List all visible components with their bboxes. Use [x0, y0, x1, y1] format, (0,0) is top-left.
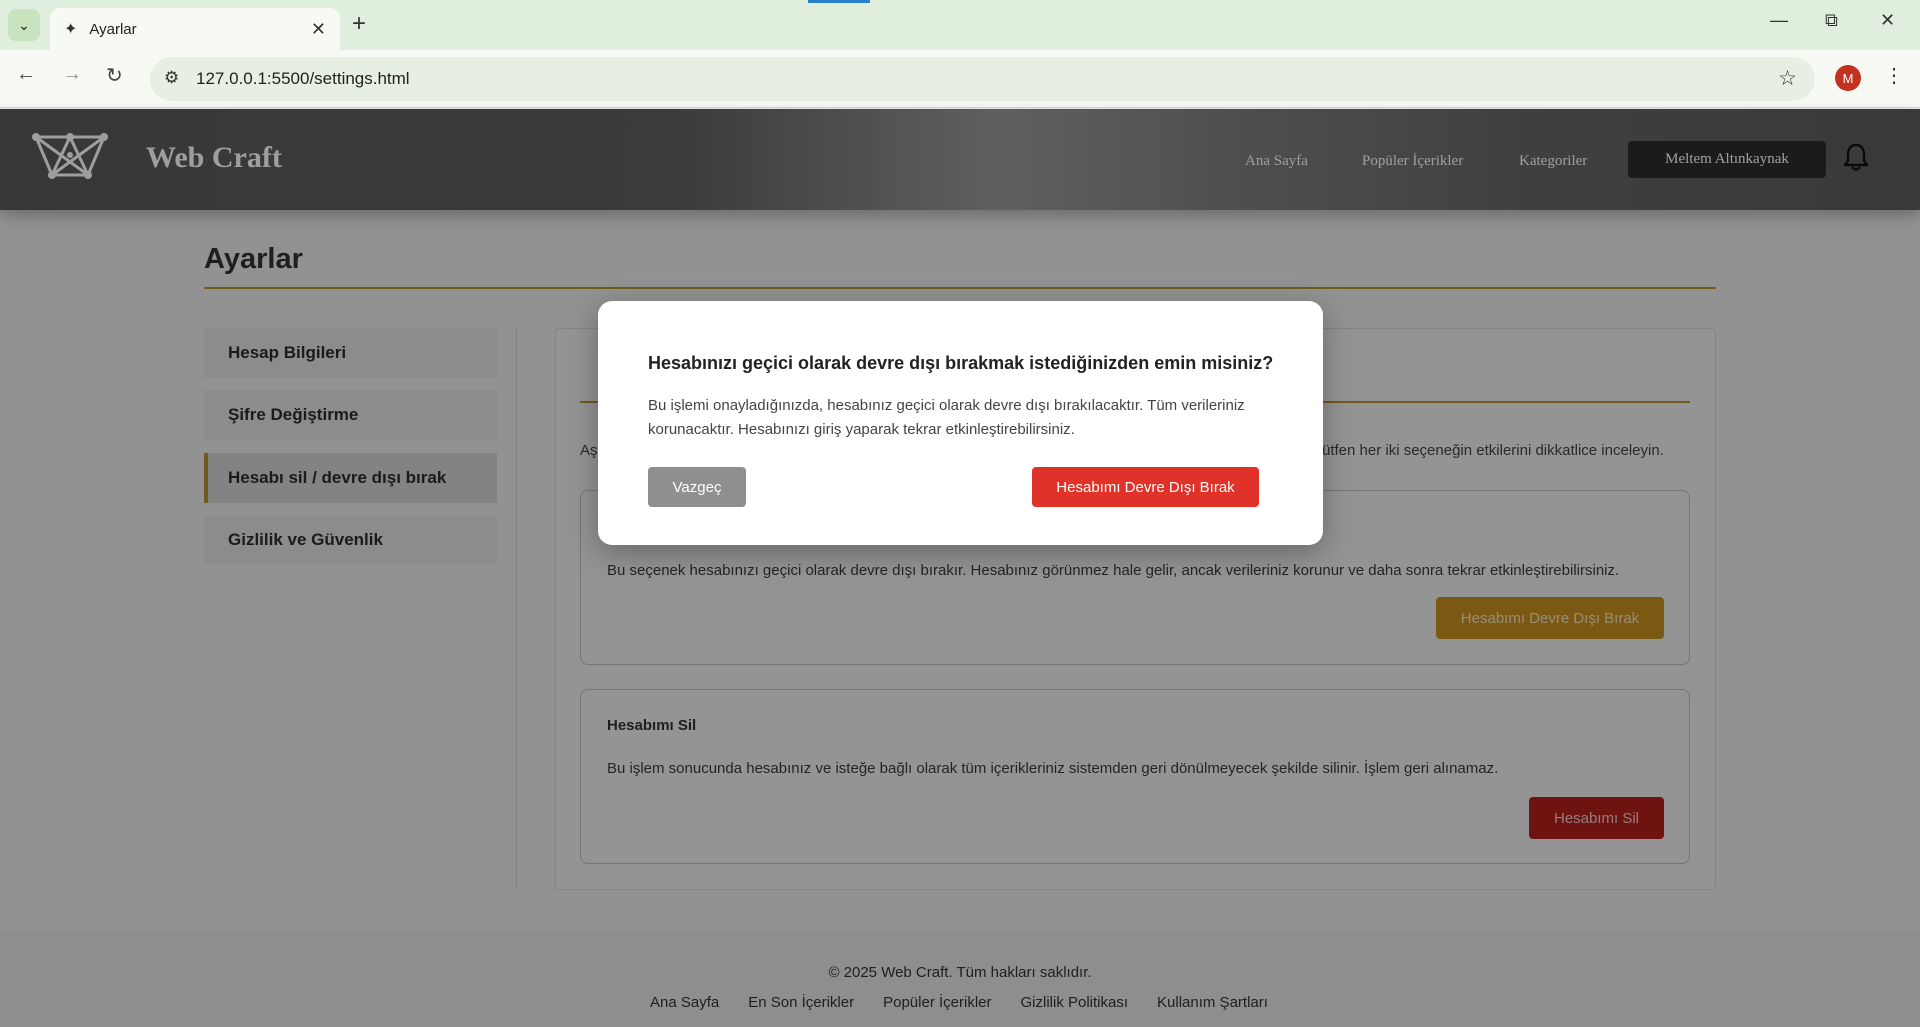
restore-icon[interactable]: ⧉	[1825, 10, 1838, 31]
modal-body: Bu işlemi onayladığınızda, hesabınız geç…	[648, 397, 1245, 438]
kebab-icon[interactable]: ⋮	[1884, 63, 1904, 88]
back-arrow-icon[interactable]: ←	[16, 63, 36, 86]
browser-toolbar: ← → ↻ ⚙ 127.0.0.1:5500/settings.html ☆ M…	[0, 50, 1920, 108]
modal-title: Hesabınızı geçici olarak devre dışı bıra…	[648, 353, 1274, 373]
forward-arrow-icon[interactable]: →	[62, 63, 82, 86]
cancel-button[interactable]: Vazgeç	[648, 467, 746, 507]
star-icon[interactable]: ☆	[1778, 66, 1797, 91]
close-window-icon[interactable]: ✕	[1880, 10, 1895, 31]
tune-icon[interactable]: ⚙	[164, 68, 179, 88]
chevron-down-icon[interactable]: ⌄	[8, 9, 40, 41]
tab-title: Ayarlar	[89, 20, 137, 38]
confirm-deactivate-modal: Hesabınızı geçici olarak devre dışı bıra…	[598, 301, 1323, 545]
browser-tab[interactable]: ✦ Ayarlar ✕	[50, 8, 340, 50]
modal-backdrop[interactable]	[0, 109, 1920, 1027]
browser-tab-bar: ⌄ ✦ Ayarlar ✕ + — ⧉ ✕	[0, 0, 1920, 50]
webcraft-icon: ✦	[64, 21, 78, 38]
close-icon[interactable]: ✕	[311, 19, 326, 40]
profile-avatar[interactable]: M	[1835, 65, 1861, 91]
reload-icon[interactable]: ↻	[106, 63, 123, 88]
minimize-icon[interactable]: —	[1770, 10, 1788, 31]
url-text[interactable]: 127.0.0.1:5500/settings.html	[196, 69, 410, 89]
plus-icon[interactable]: +	[352, 10, 366, 38]
confirm-deactivate-button[interactable]: Hesabımı Devre Dışı Bırak	[1032, 467, 1259, 507]
tab-strip-accent	[808, 0, 870, 3]
address-bar[interactable]: ⚙ 127.0.0.1:5500/settings.html ☆	[150, 57, 1815, 101]
